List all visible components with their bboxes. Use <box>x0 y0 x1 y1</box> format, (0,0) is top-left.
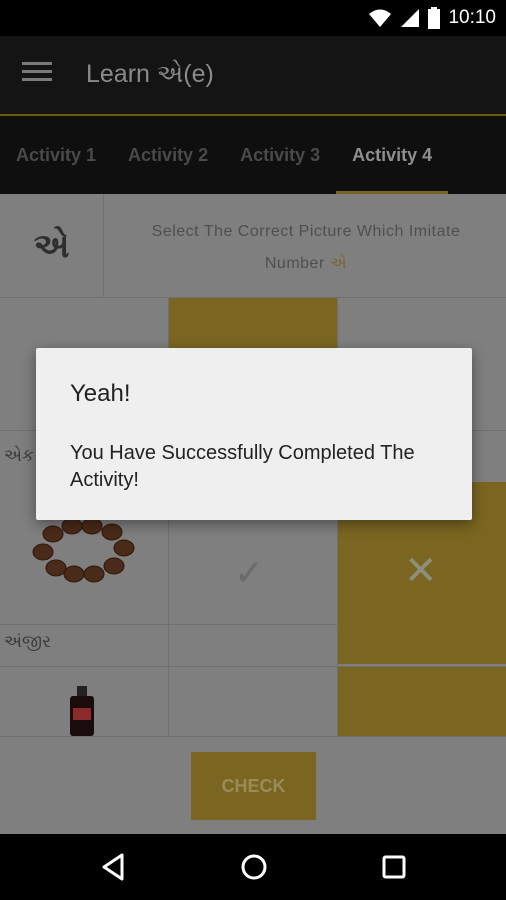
recents-icon[interactable] <box>376 849 412 885</box>
letter-cell: એ <box>0 194 104 298</box>
selected-picture-cell[interactable] <box>338 667 506 736</box>
tab-activity-3[interactable]: Activity 3 <box>224 116 336 194</box>
wifi-icon <box>369 9 392 27</box>
correct-check-icon: ✓ <box>234 552 265 593</box>
wrong-cross-icon: ✕ <box>404 549 438 593</box>
home-icon[interactable] <box>236 849 272 885</box>
row-label: એક <box>4 446 34 465</box>
row-label: અંજીર <box>4 632 51 651</box>
signal-icon <box>401 9 420 27</box>
hamburger-menu-icon[interactable] <box>22 62 54 90</box>
check-button[interactable]: CHECK <box>191 752 316 820</box>
app-bar: Learn એ(e) <box>0 36 506 116</box>
navigation-bar <box>0 834 506 900</box>
dialog-title: Yeah! <box>70 380 131 407</box>
app-title: Learn એ(e) <box>86 60 214 88</box>
instruction-highlight: એ <box>329 255 348 272</box>
tab-activity-1[interactable]: Activity 1 <box>0 116 112 194</box>
status-time: 10:10 <box>448 7 496 28</box>
instruction-main: Select The Correct Picture Which Imitate… <box>151 223 461 272</box>
status-icons: 10:10 <box>368 6 496 30</box>
tab-activity-4[interactable]: Activity 4 <box>336 116 449 194</box>
fig-ring-picture[interactable] <box>28 516 138 586</box>
activity-header: એ Select The Correct Picture Which Imita… <box>0 194 506 298</box>
dialog-message: You Have Successfully Completed The Acti… <box>70 442 415 491</box>
instruction-text: Select The Correct Picture Which Imitate… <box>124 216 488 280</box>
tab-activity-2[interactable]: Activity 2 <box>112 116 224 194</box>
bottle-picture[interactable] <box>64 686 100 736</box>
status-bar: 10:10 <box>0 0 506 36</box>
activity-tabs: Activity 1 Activity 2 Activity 3 Activit… <box>0 116 506 194</box>
battery-icon <box>428 7 441 29</box>
success-dialog[interactable]: Yeah! You Have Successfully Completed Th… <box>36 348 472 520</box>
grid-divider <box>0 736 506 737</box>
back-icon[interactable] <box>96 849 132 885</box>
